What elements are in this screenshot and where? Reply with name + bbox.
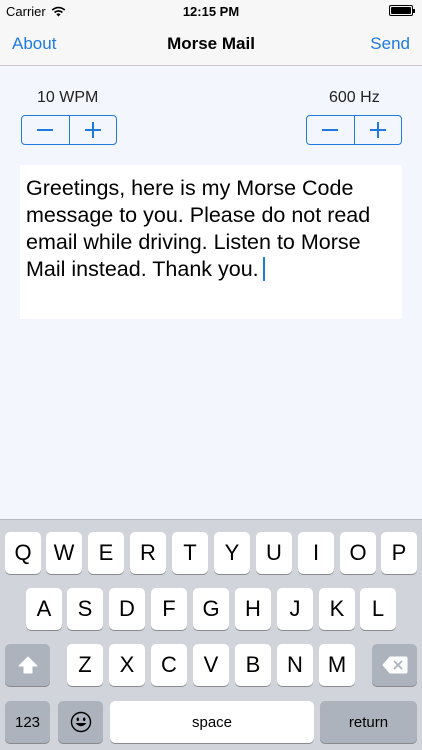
send-button[interactable]: Send — [370, 34, 410, 54]
speed-label: 10 WPM — [37, 89, 99, 106]
space-key[interactable]: space — [110, 701, 314, 743]
page-title: Morse Mail — [167, 34, 255, 53]
key-k[interactable]: K — [319, 588, 355, 630]
speed-increase-button[interactable] — [68, 116, 117, 144]
key-f[interactable]: F — [151, 588, 187, 630]
message-text-area[interactable]: Greetings, here is my Morse Code message… — [20, 165, 402, 319]
clock: 12:15 PM — [182, 4, 240, 19]
delete-key[interactable] — [372, 644, 417, 686]
plus-icon — [369, 122, 386, 138]
key-i[interactable]: I — [298, 532, 334, 574]
key-g[interactable]: G — [193, 588, 229, 630]
backspace-icon — [382, 656, 407, 674]
shift-key[interactable] — [5, 644, 50, 686]
status-bar: Carrier 12:15 PM — [0, 0, 422, 22]
key-m[interactable]: M — [319, 644, 355, 686]
key-w[interactable]: W — [46, 532, 82, 574]
minus-icon — [37, 129, 54, 131]
key-v[interactable]: V — [193, 644, 229, 686]
navigation-bar: About Morse Mail Send — [0, 22, 422, 66]
key-n[interactable]: N — [277, 644, 313, 686]
key-z[interactable]: Z — [67, 644, 103, 686]
tone-increase-button[interactable] — [353, 116, 402, 144]
key-x[interactable]: X — [109, 644, 145, 686]
key-d[interactable]: D — [109, 588, 145, 630]
key-p[interactable]: P — [381, 532, 417, 574]
key-s[interactable]: S — [67, 588, 103, 630]
key-t[interactable]: T — [172, 532, 208, 574]
emoji-key[interactable] — [58, 701, 103, 743]
plus-icon — [84, 122, 101, 138]
shift-icon — [18, 656, 37, 674]
key-u[interactable]: U — [256, 532, 292, 574]
key-o[interactable]: O — [340, 532, 376, 574]
key-e[interactable]: E — [88, 532, 124, 574]
key-q[interactable]: Q — [5, 532, 41, 574]
tone-label: 600 Hz — [329, 89, 380, 106]
keyboard: Q W E R T Y U I O P A S D F G H J K L Z … — [0, 519, 422, 750]
tone-decrease-button[interactable] — [307, 116, 354, 144]
key-j[interactable]: J — [277, 588, 313, 630]
return-key[interactable]: return — [320, 701, 417, 743]
minus-icon — [322, 129, 339, 131]
key-h[interactable]: H — [235, 588, 271, 630]
key-a[interactable]: A — [26, 588, 62, 630]
message-text: Greetings, here is my Morse Code message… — [26, 176, 371, 281]
battery-icon — [389, 5, 415, 16]
speed-decrease-button[interactable] — [22, 116, 69, 144]
text-cursor — [262, 257, 265, 281]
tone-stepper — [306, 115, 402, 145]
emoji-icon — [70, 711, 91, 733]
key-l[interactable]: L — [360, 588, 396, 630]
speed-stepper — [21, 115, 117, 145]
key-r[interactable]: R — [130, 532, 166, 574]
key-y[interactable]: Y — [214, 532, 250, 574]
key-c[interactable]: C — [151, 644, 187, 686]
key-b[interactable]: B — [235, 644, 271, 686]
numbers-key[interactable]: 123 — [5, 701, 50, 743]
